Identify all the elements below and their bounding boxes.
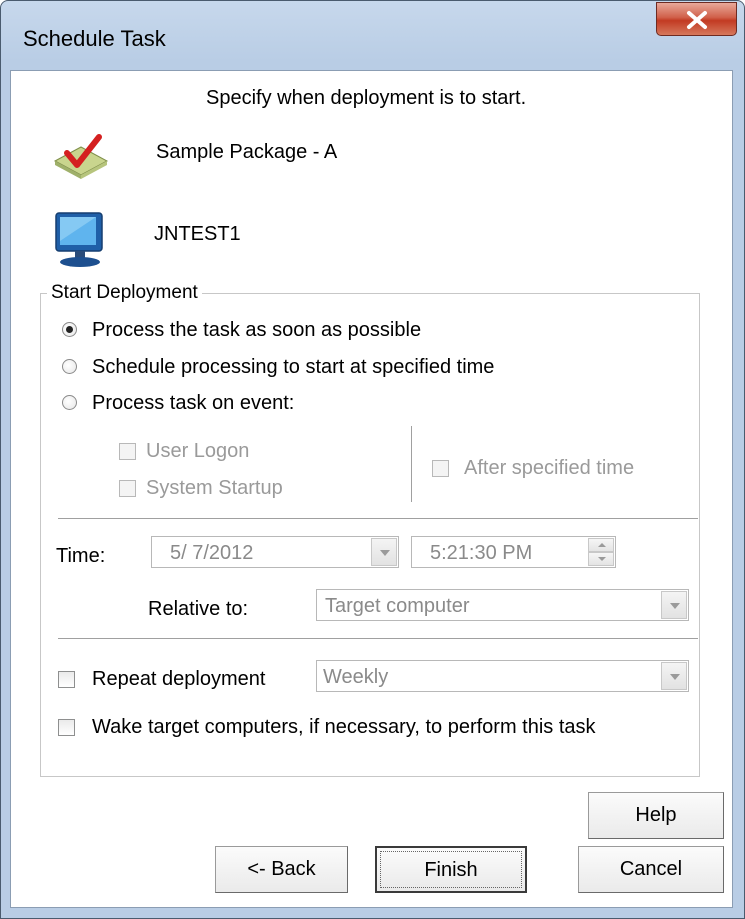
instruction-text: Specify when deployment is to start. (206, 87, 527, 109)
system-startup-label[interactable]: System Startup (146, 477, 283, 500)
radio-process-on-event[interactable] (62, 395, 77, 410)
finish-button[interactable]: Finish (375, 846, 527, 893)
radio-schedule-time[interactable] (62, 359, 77, 374)
time-spinner[interactable] (588, 538, 614, 566)
close-button[interactable] (656, 2, 737, 36)
package-check-icon (53, 134, 109, 179)
time-separator (58, 518, 698, 520)
back-button-label: <- Back (247, 858, 316, 880)
repeat-deployment-checkbox[interactable] (58, 671, 75, 688)
date-picker[interactable]: 5/ 7/2012 (151, 536, 399, 568)
time-value: 5:21:30 PM (430, 542, 533, 564)
radio-process-asap[interactable] (62, 322, 77, 337)
title-bar[interactable]: Schedule Task (1, 1, 744, 71)
repeat-deployment-label[interactable]: Repeat deployment (92, 668, 265, 691)
repeat-separator (58, 638, 698, 640)
wake-computers-checkbox[interactable] (58, 719, 75, 736)
relative-to-value: Target computer (325, 595, 470, 617)
wake-computers-label[interactable]: Wake target computers, if necessary, to … (92, 716, 596, 739)
dialog-body: Specify when deployment is to start. Sam… (10, 70, 733, 908)
cancel-button-label: Cancel (619, 858, 683, 880)
chevron-down-icon[interactable] (661, 591, 687, 619)
radio-schedule-time-label[interactable]: Schedule processing to start at specifie… (92, 356, 494, 379)
dialog-window: Schedule Task Specify when deployment is… (0, 0, 745, 919)
system-startup-checkbox[interactable] (119, 480, 136, 497)
finish-button-label: Finish (424, 859, 478, 881)
chevron-down-icon[interactable] (661, 662, 687, 690)
finish-focus-ring: Finish (380, 851, 522, 888)
repeat-interval-value: Weekly (323, 666, 389, 688)
user-logon-checkbox[interactable] (119, 443, 136, 460)
radio-process-asap-label[interactable]: Process the task as soon as possible (92, 319, 421, 342)
after-specified-time-label[interactable]: After specified time (464, 457, 634, 480)
close-icon (687, 11, 707, 29)
chevron-down-icon[interactable] (371, 538, 397, 566)
repeat-interval-select[interactable]: Weekly (316, 660, 689, 692)
spin-down-icon[interactable] (588, 552, 614, 566)
window-title: Schedule Task (23, 26, 166, 51)
computer-name: JNTEST1 (154, 223, 241, 245)
help-button-label: Help (635, 804, 677, 826)
start-deployment-legend: Start Deployment (47, 282, 202, 304)
relative-to-select[interactable]: Target computer (316, 589, 689, 621)
date-value: 5/ 7/2012 (170, 542, 254, 564)
event-divider (411, 426, 413, 502)
time-label: Time: (56, 545, 106, 567)
package-name: Sample Package - A (156, 141, 338, 163)
after-specified-time-checkbox[interactable] (432, 460, 449, 477)
time-picker[interactable]: 5:21:30 PM (411, 536, 616, 568)
user-logon-label[interactable]: User Logon (146, 440, 249, 463)
relative-to-label: Relative to: (148, 598, 249, 620)
spin-up-icon[interactable] (588, 538, 614, 552)
back-button[interactable]: <- Back (215, 846, 348, 893)
help-button[interactable]: Help (588, 792, 724, 839)
radio-process-on-event-label[interactable]: Process task on event: (92, 392, 294, 415)
computer-monitor-icon (55, 212, 103, 267)
cancel-button[interactable]: Cancel (578, 846, 724, 893)
